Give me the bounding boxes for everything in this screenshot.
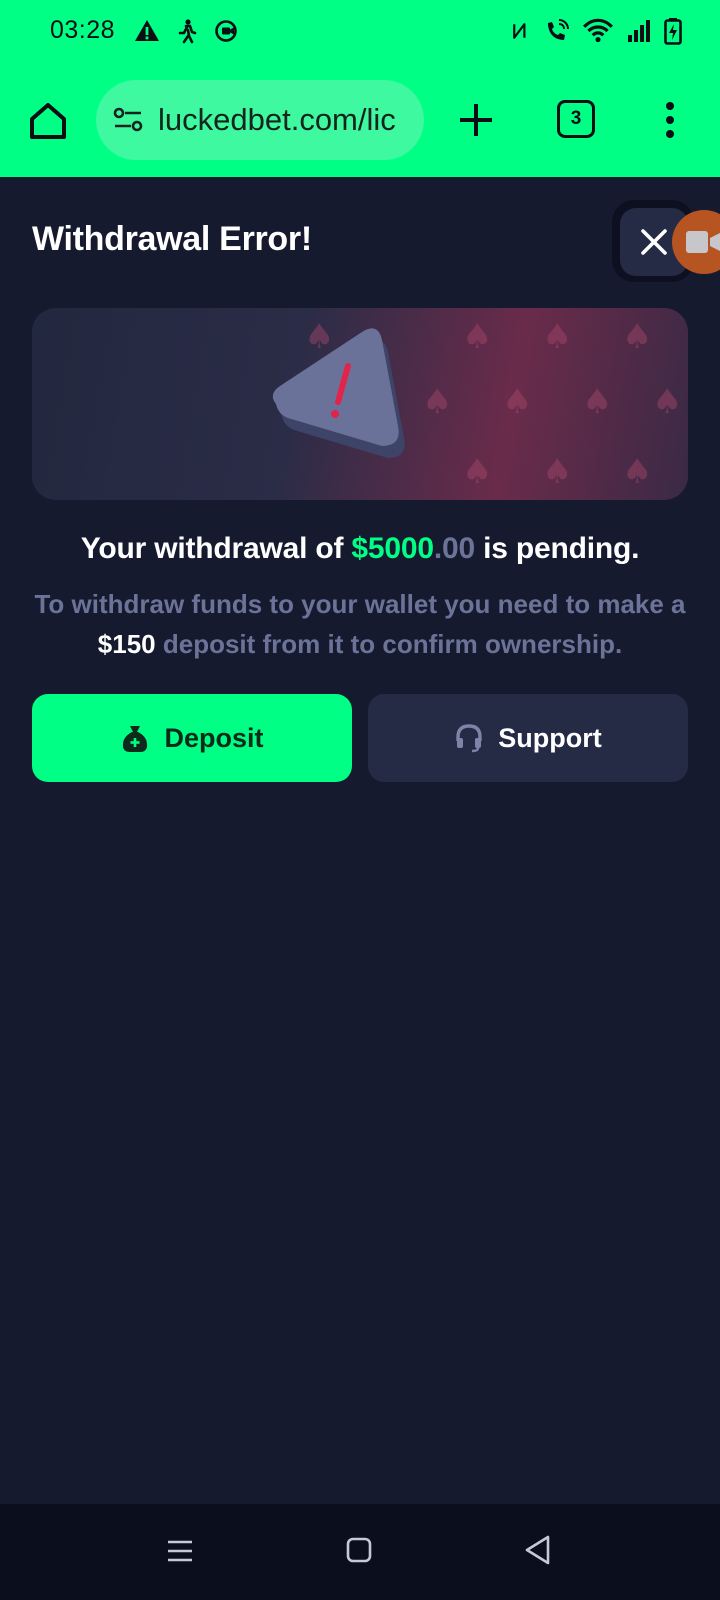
new-tab-plus-icon[interactable] <box>456 100 496 140</box>
warning-illustration: ♠ ♠ ♠ ♠ ♠ ♠ ♠ ♠ ♠ ♠ ♠ <box>272 317 682 492</box>
pending-amount: $5000 <box>351 532 434 565</box>
battery-charging-icon <box>664 18 682 45</box>
svg-text:♠: ♠ <box>652 382 682 422</box>
svg-text:♠: ♠ <box>422 382 452 422</box>
video-camera-icon <box>686 231 720 253</box>
svg-text:♠: ♠ <box>462 452 492 492</box>
pending-prefix: Your withdrawal of <box>80 532 352 565</box>
info-prefix: To withdraw funds to your wallet you nee… <box>34 589 686 619</box>
pending-message: Your withdrawal of $5000.00 is pending. <box>0 532 720 566</box>
required-deposit-amount: $150 <box>97 629 156 659</box>
support-label: Support <box>498 722 602 753</box>
svg-text:♠: ♠ <box>542 317 572 357</box>
recents-icon[interactable] <box>166 1537 194 1565</box>
modal-title: Withdrawal Error! <box>32 220 312 258</box>
home-icon[interactable] <box>26 99 70 143</box>
pending-amount-cents: .00 <box>433 532 475 565</box>
browser-toolbar: luckedbet.com/lic 3 <box>0 64 720 177</box>
money-bag-icon <box>123 726 148 752</box>
warning-banner: ♠ ♠ ♠ ♠ ♠ ♠ ♠ ♠ ♠ ♠ ♠ <box>32 308 688 500</box>
svg-text:♠: ♠ <box>542 452 572 492</box>
svg-text:♠: ♠ <box>622 452 652 492</box>
wifi-icon <box>583 18 613 43</box>
svg-text:♠: ♠ <box>582 382 612 422</box>
svg-text:♠: ♠ <box>502 382 532 422</box>
headset-icon <box>456 724 482 753</box>
status-time: 03:28 <box>50 16 116 44</box>
screen-record-icon <box>215 20 237 42</box>
walking-icon <box>178 19 197 44</box>
tab-switcher-button[interactable]: 3 <box>557 100 595 138</box>
tab-count: 3 <box>570 108 582 129</box>
more-menu-icon[interactable] <box>660 100 680 140</box>
address-bar[interactable]: luckedbet.com/lic <box>96 80 424 160</box>
wifi-call-icon <box>548 19 569 40</box>
nfc-icon <box>513 23 526 39</box>
deposit-button[interactable]: Deposit <box>32 694 352 782</box>
url-text[interactable]: luckedbet.com/lic <box>158 102 408 138</box>
close-icon <box>641 229 667 255</box>
home-square-icon[interactable] <box>345 1536 373 1564</box>
signal-icon <box>628 20 650 42</box>
site-settings-icon[interactable] <box>112 104 144 136</box>
deposit-instructions: To withdraw funds to your wallet you nee… <box>30 584 690 664</box>
svg-text:♠: ♠ <box>462 317 492 357</box>
system-nav-bar <box>0 1504 720 1600</box>
deposit-label: Deposit <box>164 722 264 753</box>
info-suffix: deposit from it to confirm ownership. <box>155 629 623 659</box>
alert-icon <box>135 20 159 41</box>
support-button[interactable]: Support <box>368 694 688 782</box>
pending-suffix: is pending. <box>474 532 640 565</box>
back-icon[interactable] <box>524 1534 552 1566</box>
svg-text:♠: ♠ <box>622 317 652 357</box>
status-bar: 03:28 <box>0 0 720 64</box>
svg-text:♠: ♠ <box>304 317 334 357</box>
